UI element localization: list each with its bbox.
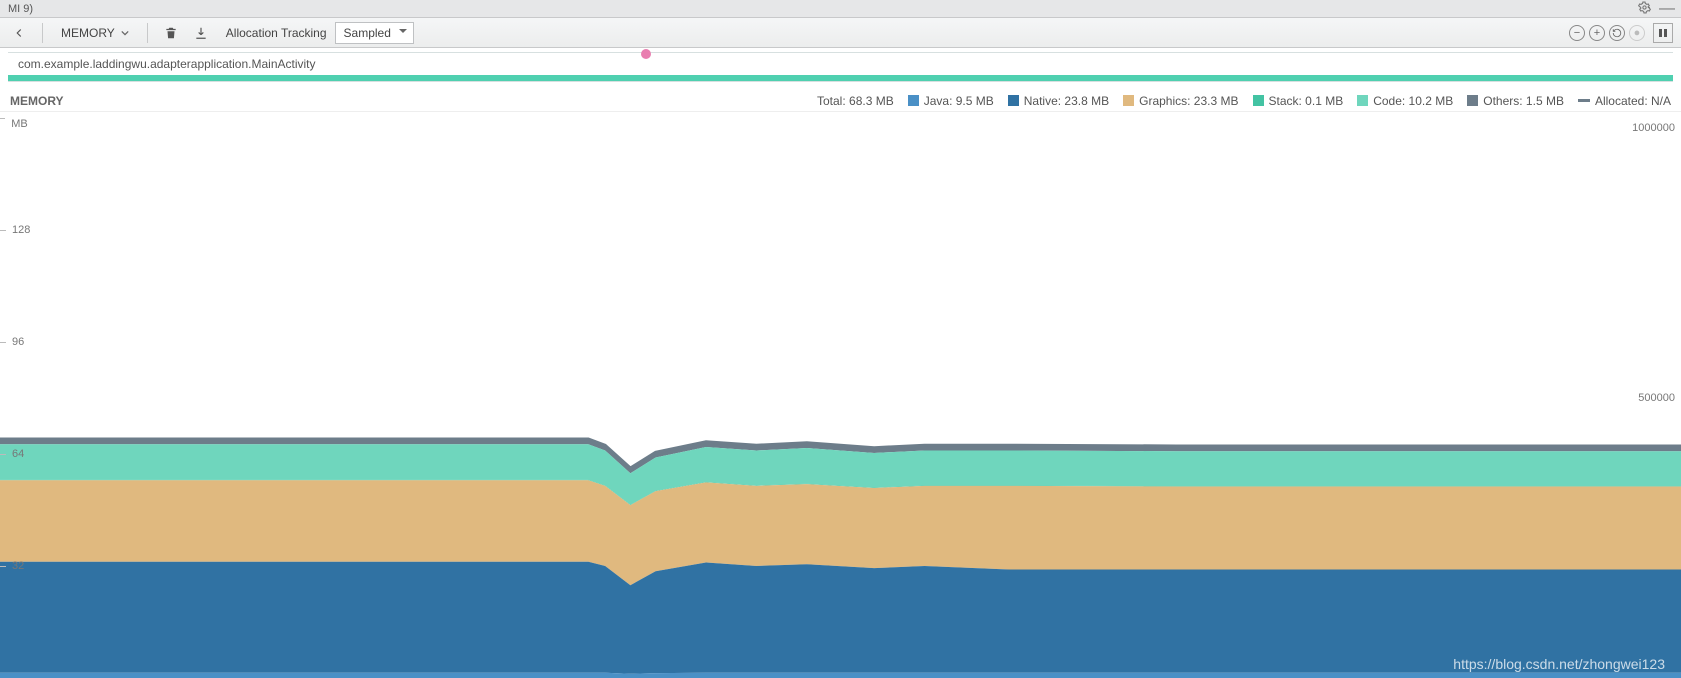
zoom-out-button[interactable]: − (1569, 25, 1585, 41)
legend-total: Total: 68.3 MB (817, 94, 894, 108)
zoom-reset-button[interactable] (1609, 25, 1625, 41)
y-axis-ticks: 160 MB128966432 (0, 118, 44, 678)
settings-icon[interactable] (1638, 1, 1651, 17)
gc-button[interactable] (160, 22, 182, 44)
title-bar: MI 9) — (0, 0, 1681, 18)
memory-dropdown-label: MEMORY (61, 26, 115, 40)
heap-dump-button[interactable] (190, 22, 212, 44)
right-tick-top: 1000000 (1632, 122, 1675, 134)
pause-button[interactable] (1653, 23, 1673, 43)
sampling-mode-select[interactable]: Sampled (335, 22, 414, 44)
activity-timeline[interactable]: com.example.laddingwu.adapterapplication… (0, 48, 1681, 90)
profiler-toolbar: MEMORY Allocation Tracking Sampled − + ● (0, 18, 1681, 48)
zoom-in-button[interactable]: + (1589, 25, 1605, 41)
back-button[interactable] (8, 22, 30, 44)
legend-graphics: Graphics: 23.3 MB (1123, 94, 1238, 108)
legend-native: Native: 23.8 MB (1008, 94, 1109, 108)
memory-legend: MEMORY Total: 68.3 MB Java: 9.5 MB Nativ… (0, 90, 1681, 112)
device-label: MI 9) (8, 3, 33, 15)
touch-event-dot (641, 49, 651, 59)
attach-live-button[interactable]: ● (1629, 25, 1645, 41)
sampling-mode-value: Sampled (344, 26, 391, 40)
memory-dropdown[interactable]: MEMORY (55, 24, 135, 42)
legend-stack: Stack: 0.1 MB (1253, 94, 1344, 108)
activity-class-label: com.example.laddingwu.adapterapplication… (18, 57, 316, 71)
memory-chart[interactable]: 160 MB128966432 1000000 500000 https://b… (0, 118, 1681, 678)
dash-icon (1578, 99, 1590, 102)
legend-others: Others: 1.5 MB (1467, 94, 1564, 108)
legend-allocated: Allocated: N/A (1578, 94, 1671, 108)
activity-running-bar (8, 75, 1673, 81)
right-tick-mid: 500000 (1638, 392, 1675, 404)
minimize-icon[interactable]: — (1659, 0, 1675, 18)
legend-java: Java: 9.5 MB (908, 94, 994, 108)
allocation-tracking-label: Allocation Tracking (226, 26, 327, 40)
legend-code: Code: 10.2 MB (1357, 94, 1453, 108)
chart-title: MEMORY (10, 94, 64, 108)
